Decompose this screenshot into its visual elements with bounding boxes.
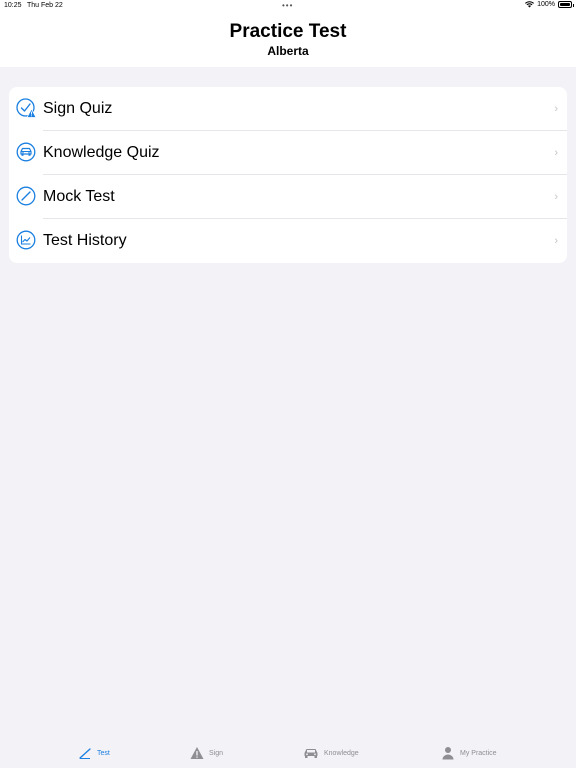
- tab-label: Sign: [209, 749, 224, 757]
- tab-my-practice[interactable]: My Practice: [441, 746, 497, 760]
- tab-label: Knowledge: [324, 749, 359, 757]
- tab-test[interactable]: Test: [78, 746, 110, 760]
- tab-knowledge[interactable]: Knowledge: [303, 746, 359, 760]
- chevron-right-icon: ›: [554, 191, 558, 203]
- battery-percent: 100%: [537, 1, 555, 8]
- menu-item-label: Mock Test: [43, 188, 115, 205]
- chart-icon: [16, 230, 36, 250]
- warning-tab-icon: [190, 747, 204, 759]
- car-icon: [16, 142, 36, 162]
- menu-item-mock-test[interactable]: Mock Test ›: [9, 175, 567, 219]
- tab-sign[interactable]: Sign: [190, 746, 223, 760]
- pencil-tab-icon: [79, 748, 91, 759]
- check-warning-icon: [16, 98, 36, 118]
- chevron-right-icon: ›: [554, 103, 558, 115]
- page-title: Practice Test: [229, 21, 347, 42]
- battery-icon: [558, 1, 574, 8]
- menu-item-label: Test History: [43, 232, 127, 249]
- status-time: 10:25: [4, 2, 22, 9]
- navigation-header: Practice Test Alberta: [0, 13, 576, 67]
- chevron-right-icon: ›: [554, 147, 558, 159]
- wifi-icon: [525, 1, 535, 8]
- menu-list: Sign Quiz › Knowledge Quiz › Mock Test ›: [9, 87, 567, 263]
- car-tab-icon: [304, 749, 318, 758]
- person-tab-icon: [442, 747, 454, 760]
- tab-bar: Test Sign Knowledge My Practice: [0, 738, 576, 768]
- tab-label: Test: [97, 749, 110, 757]
- menu-item-label: Knowledge Quiz: [43, 144, 160, 161]
- status-date: Thu Feb 22: [27, 2, 63, 9]
- menu-item-label: Sign Quiz: [43, 100, 113, 117]
- menu-item-test-history[interactable]: Test History ›: [9, 219, 567, 263]
- multitasking-dots[interactable]: •••: [282, 1, 293, 10]
- menu-item-knowledge-quiz[interactable]: Knowledge Quiz ›: [9, 131, 567, 175]
- menu-item-sign-quiz[interactable]: Sign Quiz ›: [9, 87, 567, 131]
- status-bar: 10:25 Thu Feb 22 ••• 100%: [0, 0, 576, 13]
- pencil-icon: [16, 186, 36, 206]
- page-subtitle: Alberta: [267, 44, 309, 58]
- tab-label: My Practice: [460, 749, 497, 757]
- chevron-right-icon: ›: [554, 235, 558, 247]
- battery-fill: [560, 3, 570, 6]
- status-indicators: 100%: [525, 1, 574, 8]
